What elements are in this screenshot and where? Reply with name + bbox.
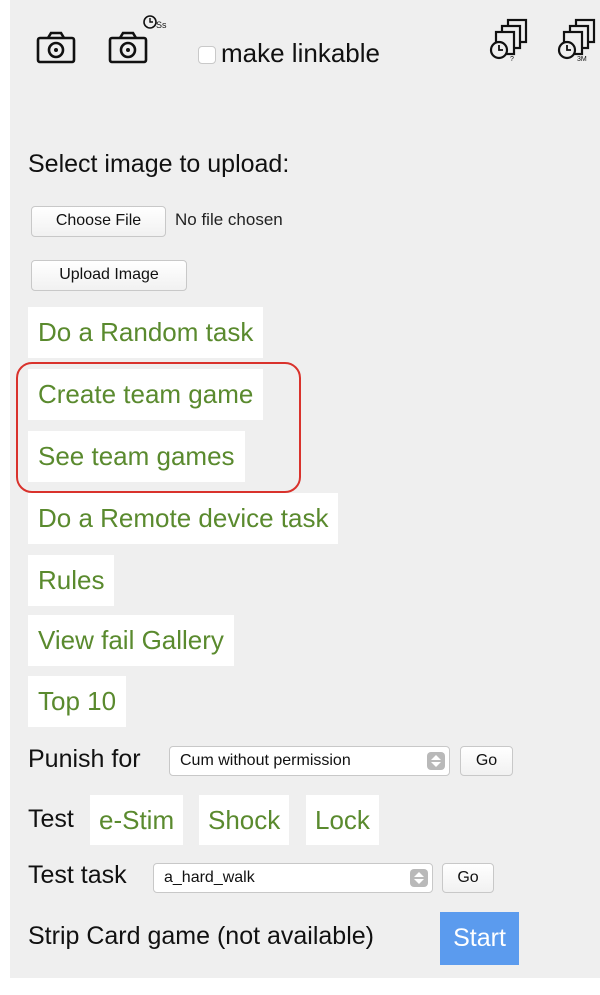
- punish-select[interactable]: Cum without permission: [169, 746, 450, 776]
- menu-item-remote-device-task[interactable]: Do a Remote device task: [28, 493, 339, 544]
- svg-text:3M: 3M: [577, 56, 587, 62]
- menu-item-rules[interactable]: Rules: [28, 555, 115, 606]
- test-shock-button[interactable]: Shock: [199, 795, 290, 845]
- select-arrows-icon: [427, 752, 445, 770]
- test-task-select[interactable]: a_hard_walk: [153, 863, 433, 893]
- svg-text:?: ?: [510, 56, 514, 62]
- test-label: Test: [28, 805, 74, 833]
- menu-item-top-10[interactable]: Top 10: [28, 676, 127, 727]
- file-status: No file chosen: [175, 210, 283, 229]
- upload-label: Select image to upload:: [28, 150, 290, 178]
- stacked-pages-timer-3m-icon[interactable]: 3M: [556, 18, 600, 62]
- make-linkable-checkbox[interactable]: [198, 46, 216, 64]
- svg-text:Ss: Ss: [156, 20, 167, 30]
- punish-label: Punish for: [28, 745, 141, 773]
- stacked-pages-timer-icon[interactable]: ?: [488, 18, 536, 62]
- choose-file-button[interactable]: Choose File: [31, 206, 166, 237]
- punish-go-button[interactable]: Go: [460, 746, 513, 776]
- test-estim-button[interactable]: e-Stim: [90, 795, 184, 845]
- upload-image-button[interactable]: Upload Image: [31, 260, 187, 291]
- camera-timer-icon[interactable]: Ss: [108, 14, 172, 64]
- strip-card-start-button[interactable]: Start: [440, 912, 519, 965]
- test-task-label: Test task: [28, 861, 127, 889]
- menu-item-random-task[interactable]: Do a Random task: [28, 307, 264, 358]
- strip-card-label: Strip Card game (not available): [28, 922, 374, 950]
- make-linkable-label: make linkable: [221, 38, 380, 68]
- menu-item-fail-gallery[interactable]: View fail Gallery: [28, 615, 234, 666]
- punish-selected-value: Cum without permission: [180, 752, 351, 769]
- test-lock-button[interactable]: Lock: [306, 795, 379, 845]
- select-arrows-icon: [410, 869, 428, 887]
- highlight-annotation: [16, 362, 301, 493]
- camera-icon[interactable]: [36, 30, 76, 64]
- test-task-selected-value: a_hard_walk: [164, 869, 255, 886]
- test-task-go-button[interactable]: Go: [442, 863, 494, 893]
